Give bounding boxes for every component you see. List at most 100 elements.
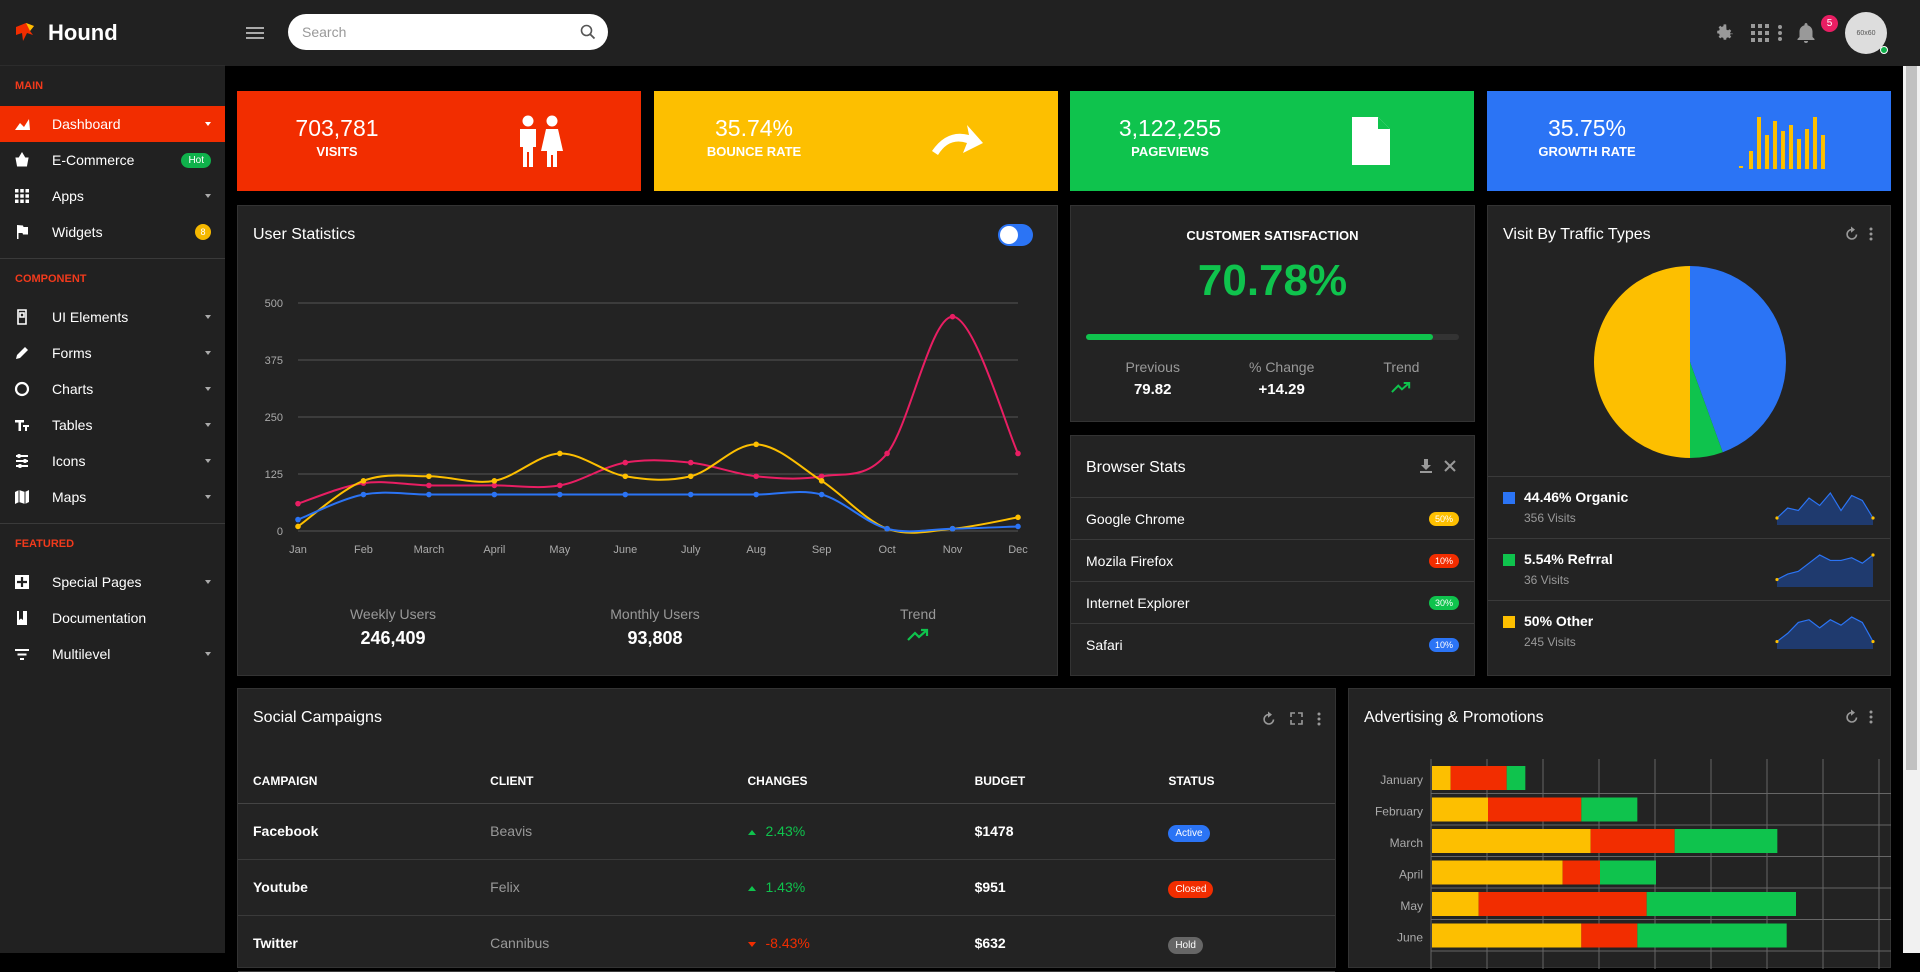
column-header[interactable]: STATUS <box>1153 759 1335 804</box>
data-point[interactable] <box>753 473 759 480</box>
data-point[interactable] <box>360 478 367 484</box>
data-point[interactable] <box>753 441 759 448</box>
more-vertical-icon[interactable] <box>1869 227 1873 241</box>
column-header[interactable]: CLIENT <box>475 759 733 804</box>
bar-segment[interactable] <box>1432 797 1488 822</box>
data-point[interactable] <box>295 523 301 530</box>
sidebar-item-documentation[interactable]: Documentation <box>0 600 225 636</box>
bar-segment[interactable] <box>1600 860 1656 885</box>
data-point[interactable] <box>1015 523 1021 530</box>
stat-card-growth-rate[interactable]: 35.75% GROWTH RATE <box>1487 91 1891 191</box>
data-point[interactable] <box>557 491 563 498</box>
sidebar-item-special-pages[interactable]: Special Pages <box>0 564 225 600</box>
bar-segment[interactable] <box>1581 923 1638 948</box>
scrollbar-thumb[interactable] <box>1906 66 1917 770</box>
refresh-icon[interactable] <box>1845 226 1859 241</box>
fullscreen-icon[interactable] <box>1290 712 1303 725</box>
bar-segment[interactable] <box>1488 797 1582 822</box>
browser-row[interactable]: Mozila Firefox 10% <box>1071 539 1474 581</box>
bar-segment[interactable] <box>1637 923 1787 948</box>
browser-row[interactable]: Internet Explorer 30% <box>1071 581 1474 623</box>
sidebar-item-maps[interactable]: Maps <box>0 479 225 515</box>
stat-card-bounce-rate[interactable]: 35.74% BOUNCE RATE <box>654 91 1058 191</box>
data-point[interactable] <box>687 473 694 480</box>
data-point[interactable] <box>622 473 629 480</box>
pie-slice[interactable] <box>1594 266 1690 458</box>
bar-segment[interactable] <box>1478 892 1647 916</box>
page-scrollbar[interactable] <box>1903 66 1920 953</box>
data-point[interactable] <box>949 525 956 532</box>
more-vertical-icon[interactable] <box>1317 712 1321 726</box>
data-point[interactable] <box>491 478 498 484</box>
browser-row[interactable]: Safari 10% <box>1071 623 1474 665</box>
sidebar-item-apps[interactable]: Apps <box>0 178 225 214</box>
table-row[interactable]: Facebook Beavis 2.43% $1478 Active <box>238 803 1335 860</box>
data-point[interactable] <box>622 459 629 466</box>
bell-icon[interactable] <box>1794 21 1818 45</box>
stat-card-visits[interactable]: 703,781 VISITS <box>237 91 641 191</box>
bar-segment[interactable] <box>1562 860 1600 885</box>
close-icon[interactable] <box>1443 459 1457 473</box>
data-point[interactable] <box>1015 450 1021 457</box>
data-point[interactable] <box>295 516 301 523</box>
bar-segment[interactable] <box>1506 766 1526 790</box>
column-header[interactable]: BUDGET <box>959 759 1154 804</box>
brand[interactable]: Hound <box>0 0 225 66</box>
refresh-icon[interactable] <box>1845 709 1859 724</box>
column-header[interactable]: CHANGES <box>732 759 960 804</box>
data-point[interactable] <box>426 482 432 489</box>
traffic-legend-item[interactable]: 50% Other 245 Visits <box>1488 600 1890 662</box>
bar-segment[interactable] <box>1432 892 1479 916</box>
user-stats-toggle[interactable] <box>998 224 1033 246</box>
data-point[interactable] <box>295 500 301 507</box>
bar-segment[interactable] <box>1674 829 1778 853</box>
data-point[interactable] <box>884 450 890 457</box>
data-point[interactable] <box>622 491 629 498</box>
bar-segment[interactable] <box>1432 829 1591 853</box>
data-point[interactable] <box>884 525 890 532</box>
data-point[interactable] <box>360 491 367 498</box>
data-point[interactable] <box>753 491 759 498</box>
data-point[interactable] <box>818 478 825 484</box>
data-point[interactable] <box>687 491 694 498</box>
download-icon[interactable] <box>1419 458 1433 474</box>
refresh-icon[interactable] <box>1262 711 1276 726</box>
data-point[interactable] <box>557 450 563 457</box>
search-input[interactable] <box>300 23 580 41</box>
column-header[interactable]: CAMPAIGN <box>238 759 476 804</box>
browser-row[interactable]: Google Chrome 50% <box>1071 497 1474 539</box>
data-point[interactable] <box>426 491 432 498</box>
data-point[interactable] <box>949 313 956 320</box>
bar-segment[interactable] <box>1432 860 1563 885</box>
sidebar-item-multilevel[interactable]: Multilevel <box>0 636 225 672</box>
table-row[interactable]: Youtube Felix 1.43% $951 Closed <box>238 859 1335 916</box>
sidebar-item-widgets[interactable]: Widgets 8 <box>0 214 225 250</box>
sidebar-item-forms[interactable]: Forms <box>0 335 225 371</box>
traffic-legend-item[interactable]: 44.46% Organic 356 Visits <box>1488 476 1890 538</box>
apps-grid-icon[interactable] <box>1748 21 1772 45</box>
data-point[interactable] <box>557 482 563 489</box>
bar-segment[interactable] <box>1581 797 1638 822</box>
data-point[interactable] <box>426 473 432 480</box>
stat-card-pageviews[interactable]: 3,122,255 PAGEVIEWS <box>1070 91 1474 191</box>
bar-segment[interactable] <box>1590 829 1675 853</box>
sidebar-item-e-commerce[interactable]: E-Commerce Hot <box>0 142 225 178</box>
data-point[interactable] <box>687 459 694 466</box>
sidebar-item-charts[interactable]: Charts <box>0 371 225 407</box>
bar-segment[interactable] <box>1432 766 1451 790</box>
more-vertical-icon[interactable] <box>1775 21 1785 45</box>
bar-segment[interactable] <box>1450 766 1507 790</box>
hamburger-menu-icon[interactable] <box>245 24 265 42</box>
traffic-legend-item[interactable]: 5.54% Refrral 36 Visits <box>1488 538 1890 600</box>
table-row[interactable]: Twitter Cannibus -8.43% $632 Hold <box>238 915 1335 972</box>
gear-icon[interactable] <box>1712 21 1736 45</box>
sidebar-item-dashboard[interactable]: Dashboard <box>0 106 225 142</box>
sidebar-item-tables[interactable]: Tables <box>0 407 225 443</box>
sidebar-item-ui-elements[interactable]: UI Elements <box>0 299 225 335</box>
data-point[interactable] <box>491 491 498 498</box>
bar-segment[interactable] <box>1432 923 1582 948</box>
bar-segment[interactable] <box>1646 892 1796 916</box>
data-point[interactable] <box>818 491 825 498</box>
more-vertical-icon[interactable] <box>1869 710 1873 724</box>
data-point[interactable] <box>1015 514 1021 521</box>
